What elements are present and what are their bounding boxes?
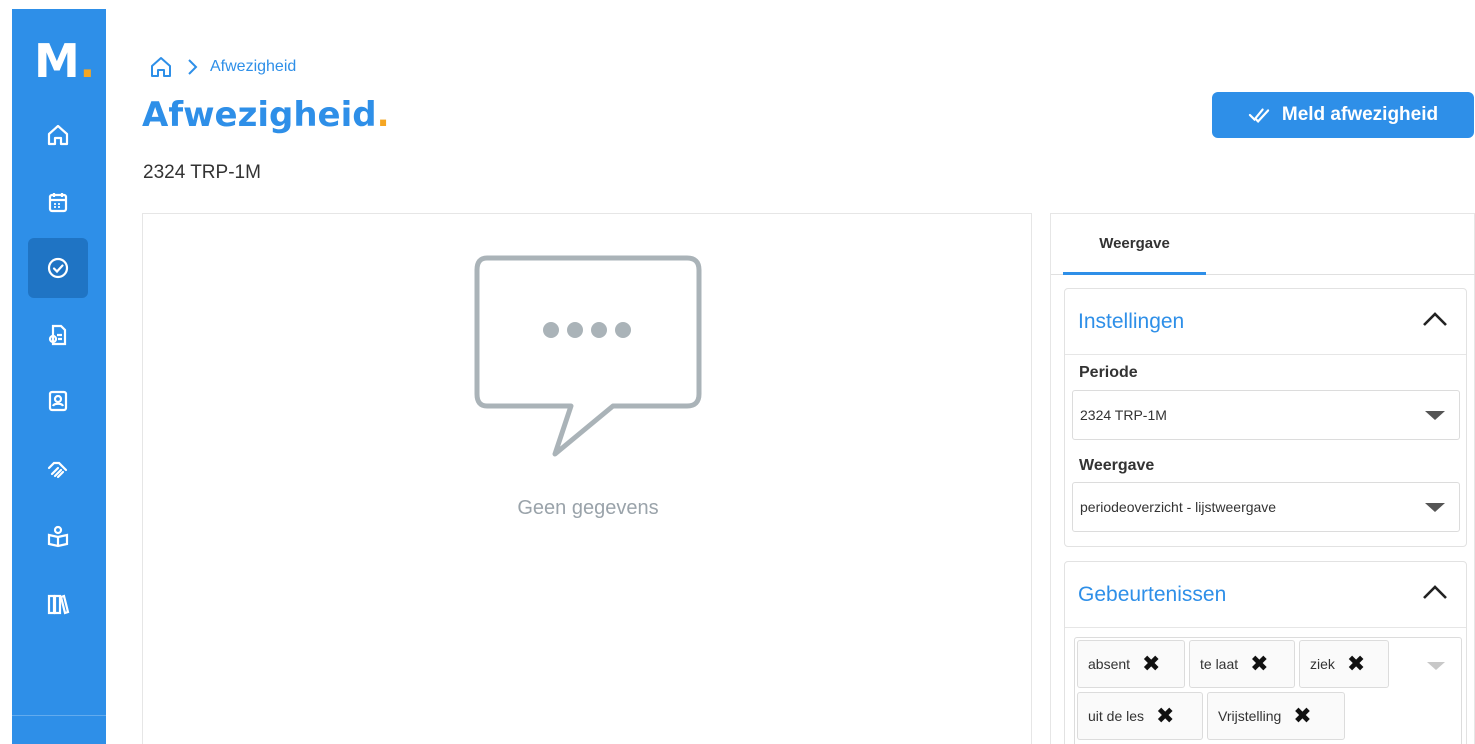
calendar-icon bbox=[48, 193, 68, 213]
chip-uit-de-les: uit de les ✖ bbox=[1077, 692, 1203, 740]
absence-list-panel: Geen gegevens bbox=[142, 213, 1032, 744]
events-card: Gebeurtenissen absent ✖ te laat ✖ ziek ✖… bbox=[1064, 561, 1467, 744]
home-icon bbox=[47, 124, 69, 146]
settings-card-title: Instellingen bbox=[1078, 310, 1185, 333]
chip-te-laat: te laat ✖ bbox=[1189, 640, 1295, 688]
chip-label: uit de les bbox=[1088, 708, 1145, 724]
contact-card-icon bbox=[48, 390, 68, 412]
events-multiselect[interactable]: absent ✖ te laat ✖ ziek ✖ uit de les ✖ V… bbox=[1074, 637, 1462, 744]
page-title-text: Afwezigheid bbox=[142, 95, 377, 135]
logo-dot: . bbox=[79, 41, 95, 87]
handshake-icon bbox=[47, 461, 68, 479]
view-select-value: periodeoverzicht - lijstweergave bbox=[1080, 499, 1277, 515]
tab-bar: Weergave bbox=[1051, 214, 1475, 275]
view-select[interactable]: periodeoverzicht - lijstweergave bbox=[1072, 482, 1460, 532]
sidebar-item-contacts[interactable] bbox=[28, 371, 88, 431]
period-select-value: 2324 TRP-1M bbox=[1080, 407, 1167, 423]
chevron-up-icon[interactable] bbox=[1422, 584, 1448, 600]
empty-state-text: Geen gegevens bbox=[517, 497, 659, 519]
chip-label: Vrijstelling bbox=[1218, 708, 1282, 724]
chip-absent: absent ✖ bbox=[1077, 640, 1185, 688]
close-icon[interactable]: ✖ bbox=[1250, 652, 1268, 677]
sidebar-item-agreements[interactable] bbox=[28, 439, 88, 499]
period-label: Periode bbox=[1079, 364, 1138, 381]
close-icon[interactable]: ✖ bbox=[1156, 704, 1174, 729]
study-book-icon bbox=[47, 525, 69, 548]
document-icon bbox=[48, 324, 67, 346]
sidebar: M. bbox=[12, 9, 106, 744]
breadcrumb-current[interactable]: Afwezigheid bbox=[210, 58, 296, 76]
sidebar-item-documents[interactable] bbox=[28, 305, 88, 365]
page-subtitle: 2324 TRP-1M bbox=[143, 162, 261, 183]
sidebar-divider bbox=[12, 715, 106, 716]
close-icon[interactable]: ✖ bbox=[1142, 652, 1160, 677]
events-card-header[interactable]: Gebeurtenissen bbox=[1065, 562, 1466, 628]
chip-vrijstelling: Vrijstelling ✖ bbox=[1207, 692, 1345, 740]
sidebar-item-study[interactable] bbox=[28, 506, 88, 566]
tab-weergave[interactable]: Weergave bbox=[1063, 214, 1206, 275]
library-icon bbox=[47, 594, 70, 615]
close-icon[interactable]: ✖ bbox=[1347, 652, 1365, 677]
chip-label: absent bbox=[1088, 656, 1131, 672]
caret-down-icon bbox=[1425, 503, 1445, 512]
app-logo[interactable]: M. bbox=[34, 31, 95, 91]
sidebar-item-agenda[interactable] bbox=[28, 172, 88, 232]
period-select[interactable]: 2324 TRP-1M bbox=[1072, 390, 1460, 440]
home-icon[interactable] bbox=[148, 55, 174, 79]
title-dot: . bbox=[376, 95, 390, 135]
double-check-icon bbox=[1248, 108, 1270, 123]
speech-bubble-icon bbox=[474, 255, 702, 457]
chip-label: ziek bbox=[1310, 656, 1335, 672]
page-title: Afwezigheid. bbox=[142, 95, 390, 135]
events-card-title: Gebeurtenissen bbox=[1078, 583, 1227, 606]
sidebar-item-home[interactable] bbox=[28, 105, 88, 165]
settings-card: Instellingen Periode 2324 TRP-1M Weergav… bbox=[1064, 288, 1467, 547]
caret-down-icon[interactable] bbox=[1427, 662, 1445, 670]
meld-afwezigheid-label: Meld afwezigheid bbox=[1281, 104, 1439, 125]
breadcrumb: Afwezigheid bbox=[148, 55, 296, 79]
logo-letter: M bbox=[34, 34, 80, 88]
chip-ziek: ziek ✖ bbox=[1299, 640, 1389, 688]
chevron-up-icon[interactable] bbox=[1422, 311, 1448, 327]
sidebar-item-library[interactable] bbox=[28, 574, 88, 634]
sidebar-item-afwezigheid[interactable] bbox=[28, 238, 88, 298]
meld-afwezigheid-button[interactable]: Meld afwezigheid bbox=[1212, 92, 1474, 138]
caret-down-icon bbox=[1425, 411, 1445, 420]
chevron-right-icon bbox=[188, 59, 198, 75]
view-label: Weergave bbox=[1079, 457, 1155, 474]
settings-card-header[interactable]: Instellingen bbox=[1065, 289, 1466, 355]
chip-label: te laat bbox=[1200, 656, 1239, 672]
close-icon[interactable]: ✖ bbox=[1293, 704, 1311, 729]
settings-panel: Weergave Instellingen Periode 2324 TRP-1… bbox=[1050, 213, 1475, 744]
check-circle-icon bbox=[47, 257, 69, 279]
